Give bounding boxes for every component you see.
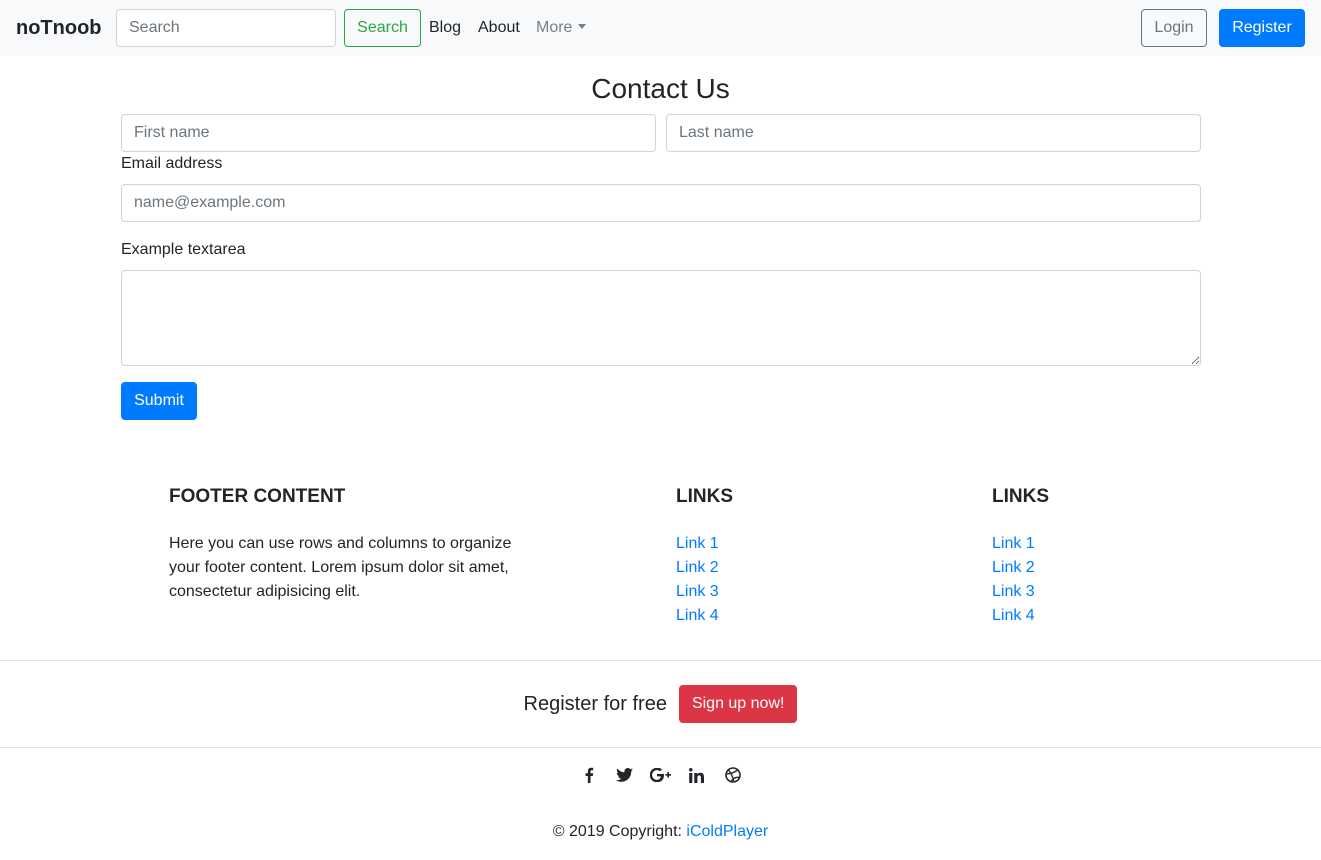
login-button[interactable]: Login [1141, 9, 1207, 47]
first-name-input[interactable] [121, 114, 656, 152]
facebook-icon[interactable] [576, 763, 602, 787]
footer-content-heading: FOOTER CONTENT [169, 486, 346, 507]
register-button[interactable]: Register [1219, 9, 1305, 47]
footer-links-list: Link 1 Link 2 Link 3 Link 4 [992, 532, 1035, 628]
brand-logo[interactable]: noTnoob [16, 16, 102, 40]
google-plus-icon[interactable] [648, 763, 674, 787]
linkedin-icon[interactable] [684, 763, 710, 787]
email-field[interactable] [121, 184, 1201, 222]
nav-more-label: More [536, 19, 573, 36]
nav-link-blog[interactable]: Blog [429, 18, 461, 38]
footer-link[interactable]: Link 3 [676, 583, 719, 600]
last-name-input[interactable] [666, 114, 1201, 152]
caret-down-icon [578, 24, 587, 29]
message-textarea[interactable] [121, 270, 1201, 366]
navbar: noTnoob Search Blog About More Login Reg… [0, 0, 1321, 56]
footer-link[interactable]: Link 4 [676, 607, 719, 624]
footer-link[interactable]: Link 3 [992, 583, 1035, 600]
copyright-text: © 2019 Copyright: [552, 823, 682, 840]
register-text: Register for free [523, 692, 667, 715]
footer-link[interactable]: Link 1 [992, 535, 1035, 552]
footer-links-heading: LINKS [992, 486, 1049, 507]
copyright: © 2019 Copyright: iColdPlayer [0, 822, 1321, 842]
dribbble-icon[interactable] [720, 763, 746, 787]
email-label: Email address [121, 155, 223, 172]
footer-links-list: Link 1 Link 2 Link 3 Link 4 [676, 532, 719, 628]
footer-link[interactable]: Link 2 [992, 559, 1035, 576]
twitter-icon[interactable] [612, 763, 638, 787]
submit-button[interactable]: Submit [121, 382, 197, 420]
nav-dropdown-more[interactable]: More [536, 18, 587, 38]
search-button[interactable]: Search [344, 9, 421, 47]
footer-divider [0, 747, 1321, 748]
footer-divider [0, 660, 1321, 661]
footer-links-heading: LINKS [676, 486, 733, 507]
footer-content-text: Here you can use rows and columns to org… [169, 535, 512, 600]
footer-link[interactable]: Link 1 [676, 535, 719, 552]
textarea-label: Example textarea [121, 241, 246, 258]
copyright-link[interactable]: iColdPlayer [686, 823, 768, 840]
page-title: Contact Us [591, 73, 730, 104]
social-links [0, 763, 1321, 787]
search-input[interactable] [116, 9, 336, 47]
footer-link[interactable]: Link 4 [992, 607, 1035, 624]
nav-link-about[interactable]: About [478, 18, 520, 38]
signup-button[interactable]: Sign up now! [678, 685, 798, 723]
register-call-to-action: Register for free Sign up now! [0, 685, 1321, 723]
footer-link[interactable]: Link 2 [676, 559, 719, 576]
